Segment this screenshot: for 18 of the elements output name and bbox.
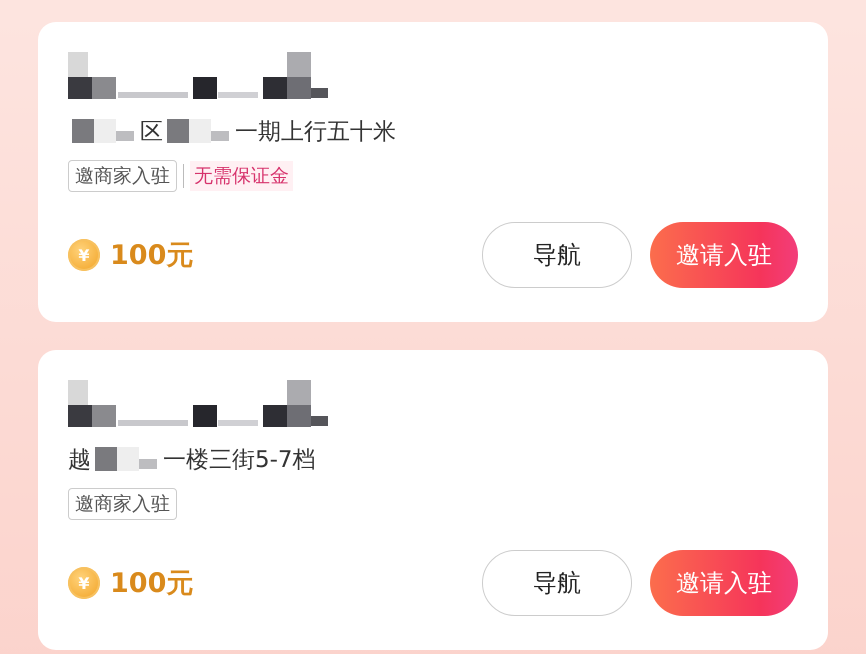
redacted-mosaic xyxy=(72,117,136,145)
navigate-button[interactable]: 导航 xyxy=(482,222,632,288)
reward-amount: 100元 xyxy=(110,239,194,273)
address-text: 越 xyxy=(68,446,91,474)
invite-button[interactable]: 邀请入驻 xyxy=(650,222,798,288)
navigate-button[interactable]: 导航 xyxy=(482,550,632,616)
invite-button[interactable]: 邀请入驻 xyxy=(650,550,798,616)
address-text: 一期上行五十米 xyxy=(235,118,396,146)
redacted-mosaic xyxy=(95,445,159,473)
tag: 邀商家入驻 xyxy=(68,160,177,192)
coin-icon: ¥ xyxy=(68,567,100,599)
address-text: 一楼三街5-7档 xyxy=(163,446,316,474)
tag: 邀商家入驻 xyxy=(68,488,177,520)
reward-amount: 100元 xyxy=(110,567,194,601)
tag: 无需保证金 xyxy=(190,161,293,191)
coin-icon: ¥ xyxy=(68,239,100,271)
address-text: 区 xyxy=(140,118,163,146)
redacted-mosaic xyxy=(167,117,231,145)
